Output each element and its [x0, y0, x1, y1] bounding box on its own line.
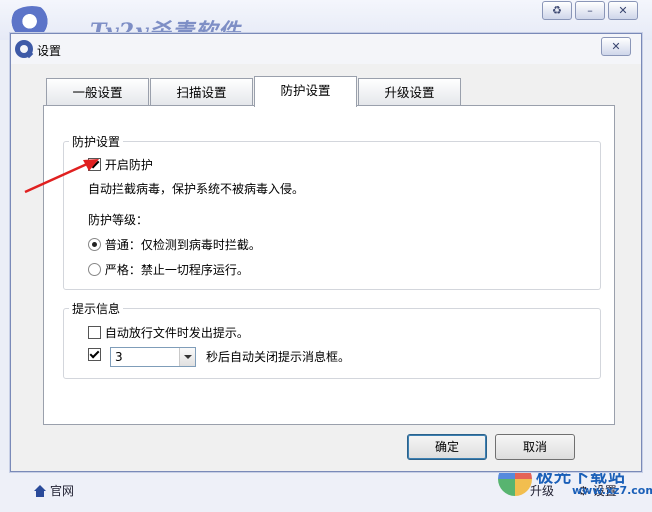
seconds-select[interactable]: 3 [110, 347, 196, 367]
autoplay-notify-option[interactable]: 自动放行文件时发出提示。 [88, 324, 249, 341]
tab-general[interactable]: 一般设置 [46, 78, 149, 106]
dialog-titlebar: 设置 ✕ [11, 34, 641, 64]
red-arrow-annotation [24, 159, 99, 194]
home-link[interactable]: 官网 [34, 482, 74, 499]
level-normal-radio[interactable] [88, 238, 101, 251]
settings-dialog: 设置 ✕ 一般设置 扫描设置 防护设置 升级设置 防护设置 开启防护 自动拦截病… [10, 33, 642, 472]
dialog-close-button[interactable]: ✕ [601, 37, 631, 56]
autoplay-notify-label: 自动放行文件时发出提示。 [104, 326, 249, 340]
minimize-button[interactable]: – [575, 1, 605, 20]
tab-protection[interactable]: 防护设置 [254, 76, 357, 107]
tab-scan[interactable]: 扫描设置 [150, 78, 253, 106]
protection-level-label: 防护等级： [88, 213, 149, 227]
level-strict-label: 严格：禁止一切程序运行。 [104, 263, 249, 277]
dialog-title: 设置 [37, 44, 62, 58]
ok-button[interactable]: 确定 [407, 434, 487, 460]
home-icon [34, 484, 46, 497]
autoplay-notify-checkbox[interactable] [88, 326, 101, 339]
notify-group-legend: 提示信息 [72, 302, 121, 316]
autoclose-label: 秒后自动关闭提示消息框。 [206, 350, 351, 364]
protection-group-legend: 防护设置 [72, 135, 121, 149]
enable-protection-label: 开启防护 [104, 158, 153, 172]
cancel-button[interactable]: 取消 [495, 434, 575, 460]
protection-description: 自动拦截病毒，保护系统不被病毒入侵。 [88, 182, 305, 196]
tab-upgrade[interactable]: 升级设置 [358, 78, 461, 106]
level-normal-label: 普通：仅检测到病毒时拦截。 [104, 238, 261, 252]
level-strict-radio[interactable] [88, 263, 101, 276]
home-label: 官网 [50, 484, 75, 498]
autoclose-checkbox-wrap[interactable] [88, 348, 101, 362]
skin-button[interactable]: ♻ [542, 1, 572, 20]
level-normal-option[interactable]: 普通：仅检测到病毒时拦截。 [88, 236, 261, 253]
app-window-buttons: ♻ – ✕ [542, 1, 638, 20]
app-close-button[interactable]: ✕ [608, 1, 638, 20]
watermark-url: www.xz7.com [572, 484, 652, 497]
autoclose-checkbox[interactable] [88, 348, 101, 361]
seconds-value: 3 [115, 350, 123, 364]
tab-panel-protection: 防护设置 开启防护 自动拦截病毒，保护系统不被病毒入侵。 防护等级： 普通：仅检… [43, 105, 615, 425]
chevron-down-icon[interactable] [179, 348, 195, 366]
app-icon [15, 40, 33, 58]
level-strict-option[interactable]: 严格：禁止一切程序运行。 [88, 261, 249, 278]
